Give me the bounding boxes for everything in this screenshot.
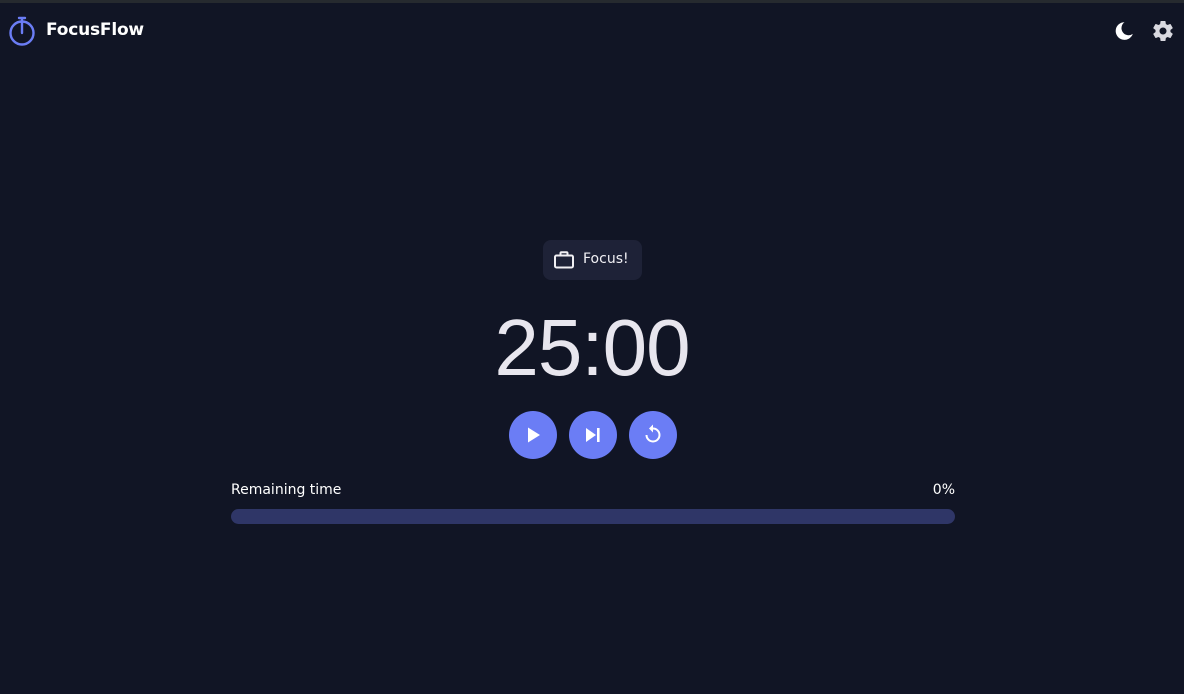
play-button[interactable]: [509, 411, 557, 459]
reset-icon: [645, 424, 661, 443]
mode-label: Focus!: [583, 251, 629, 267]
stopwatch-icon: [9, 16, 35, 46]
play-icon: [528, 427, 540, 443]
mode-indicator: Focus!: [543, 240, 642, 280]
theme-toggle-button[interactable]: [1112, 19, 1136, 43]
moon-icon: [1115, 22, 1133, 40]
reset-button[interactable]: [629, 411, 677, 459]
gear-icon: [1153, 20, 1173, 41]
settings-button[interactable]: [1151, 19, 1175, 43]
timer-display: 25:00: [494, 303, 690, 392]
app-header: FocusFlow: [0, 3, 1184, 59]
skip-button[interactable]: [569, 411, 617, 459]
app-title: FocusFlow: [46, 20, 144, 40]
briefcase-icon: [554, 251, 574, 269]
progress-bar: [231, 509, 955, 524]
progress-percent: 0%: [932, 482, 955, 498]
skip-next-icon: [586, 428, 600, 442]
progress-label: Remaining time: [231, 482, 342, 498]
